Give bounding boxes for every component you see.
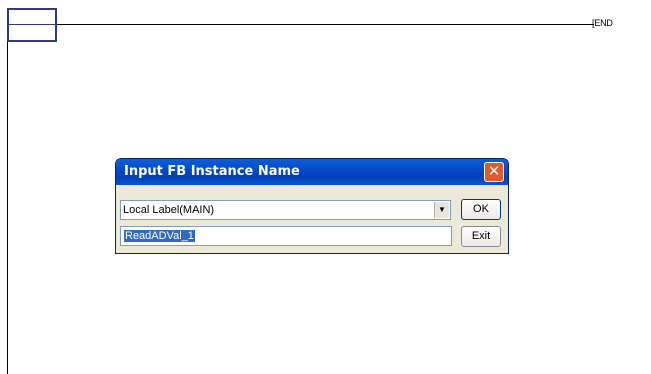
dialog-titlebar[interactable]: Input FB Instance Name ✕ [116,159,508,185]
dialog-title: Input FB Instance Name [124,164,300,179]
label-scope-select[interactable]: Local Label(MAIN) ▼ [120,200,451,220]
label-scope-value: Local Label(MAIN) [123,204,215,216]
close-button[interactable]: ✕ [484,162,504,182]
left-power-rail [7,8,8,374]
instance-name-selected-text: ReadADVal_1 [124,230,195,242]
close-icon: ✕ [487,163,501,180]
end-label: END [594,18,613,28]
cursor-divider [9,24,55,25]
end-instruction[interactable]: [END [592,18,613,28]
chevron-down-icon[interactable]: ▼ [434,202,449,218]
editor-cursor [7,8,57,42]
input-fb-instance-dialog: Input FB Instance Name ✕ Local Label(MAI… [115,158,509,254]
exit-button[interactable]: Exit [461,226,501,247]
ok-button[interactable]: OK [461,199,501,220]
rung-line [8,24,594,25]
instance-name-input[interactable]: ReadADVal_1 [120,226,452,246]
